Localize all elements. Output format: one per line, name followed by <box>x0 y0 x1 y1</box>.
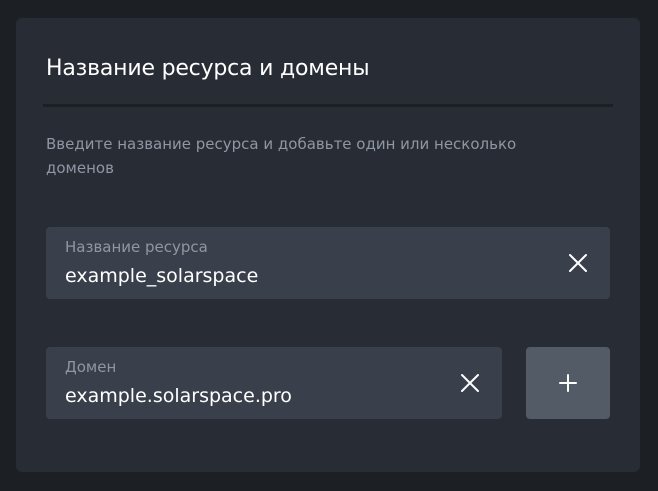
close-icon <box>569 254 587 272</box>
resource-name-field[interactable]: Название ресурса example_solarspace <box>46 227 610 299</box>
close-icon <box>461 374 479 392</box>
resource-name-label: Название ресурса <box>65 238 208 256</box>
resource-name-clear-button[interactable] <box>564 249 592 277</box>
domain-label: Домен <box>65 358 117 376</box>
card-description: Введите название ресурса и добавьте один… <box>46 135 517 177</box>
domain-field[interactable]: Домен example.solarspace.pro <box>46 347 502 419</box>
domain-clear-button[interactable] <box>456 369 484 397</box>
card-title: Название ресурса и домены <box>46 56 370 81</box>
title-divider <box>43 104 613 107</box>
resource-name-value[interactable]: example_solarspace <box>65 264 258 288</box>
domain-value[interactable]: example.solarspace.pro <box>65 384 292 408</box>
plus-icon <box>559 374 577 392</box>
resource-domains-card: Название ресурса и домены Введите назван… <box>16 18 640 472</box>
add-domain-button[interactable] <box>526 347 610 419</box>
